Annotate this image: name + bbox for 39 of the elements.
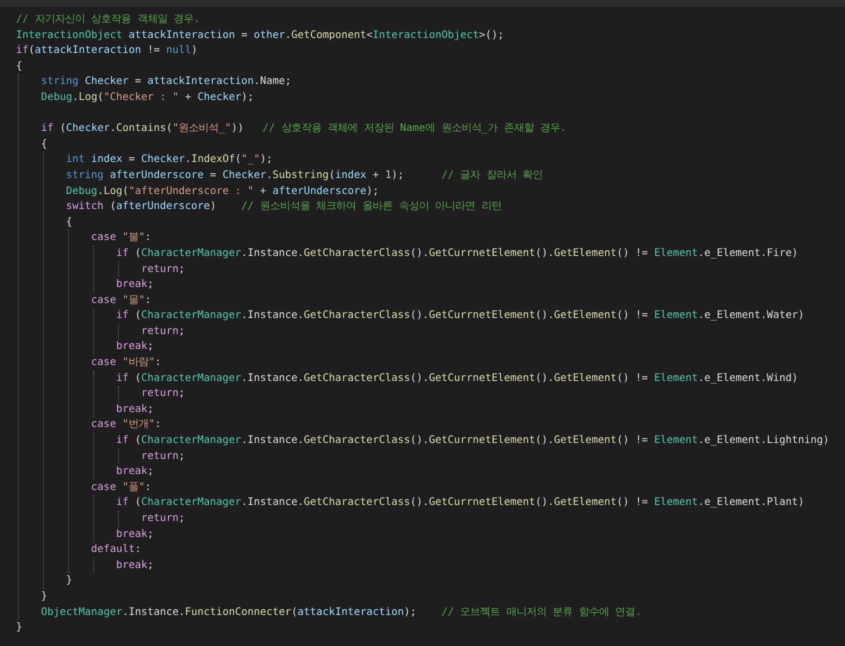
code-line: switch (afterUnderscore) // 원소비석을 체크하여 올바른 속성이 아니라면 리턴 <box>66 199 502 214</box>
code-line: { <box>16 58 22 74</box>
code-line: // 자기자신이 상호작용 객체일 경우. <box>16 12 200 27</box>
code-line: default: <box>91 542 142 558</box>
code-line: break; <box>116 277 154 292</box>
code-line: string afterUnderscore = Checker.Substring(index + 1); // 글자 잘라서 확인 <box>66 168 543 183</box>
code-line: break; <box>116 558 154 573</box>
code-line: if(attackInteraction != null) <box>16 43 198 58</box>
code-line: case "물": <box>91 292 152 308</box>
code-line: ObjectManager.Instance.FunctionConnecter(attackInteraction); // 오브젝트 매니저의 분류 함수에 연결. <box>41 604 642 620</box>
code-line: Debug.Log("Checker : " + Checker); <box>41 90 254 105</box>
code-line: if (CharacterManager.Instance.GetCharacterClass().GetCurrnetElement().GetElement() != Element.e_Element.Water) <box>116 308 804 324</box>
code-line: return; <box>141 511 185 526</box>
code-line: return; <box>141 386 185 402</box>
code-line: if (CharacterManager.Instance.GetCharacterClass().GetCurrnetElement().GetElement() != Element.e_Element.Wind) <box>116 370 798 386</box>
code-line: return; <box>141 448 185 464</box>
code-line: case "번개": <box>91 417 162 432</box>
code-line: if (CharacterManager.Instance.GetCharacterClass().GetCurrnetElement().GetElement() != Element.e_Element.Plant) <box>116 495 804 510</box>
code-line: { <box>41 136 48 152</box>
code-line: if (CharacterManager.Instance.GetCharacterClass().GetCurrnetElement().GetElement() != Element.e_Element.Lightning) <box>116 433 830 448</box>
code-line: break; <box>116 526 154 542</box>
code-line: string Checker = attackInteraction.Name; <box>41 74 292 90</box>
code-line: case "바람": <box>91 355 162 370</box>
code-line: Debug.Log("afterUnderscore : " + afterUnderscore); <box>66 184 379 199</box>
code-line: } <box>66 573 72 588</box>
code-line: break; <box>116 402 154 417</box>
code-line: } <box>41 588 48 604</box>
code-line: break; <box>116 464 154 480</box>
code-line: if (Checker.Contains("원소비석_")) // 상호작용 객체에 저장된 Name에 원소비석_가 존재할 경우. <box>41 121 566 136</box>
code-line: { <box>66 214 72 230</box>
code-line: return; <box>141 262 185 276</box>
code-line: break; <box>116 339 154 354</box>
code-line: case "풀": <box>91 480 152 495</box>
code-line: case "불": <box>91 230 152 246</box>
code-line: if (CharacterManager.Instance.GetCharacterClass().GetCurrnetElement().GetElement() != Element.e_Element.Fire) <box>116 246 798 261</box>
code-line: InteractionObject attackInteraction = other.GetComponent<InteractionObject>(); <box>16 28 504 43</box>
code-line: int index = Checker.IndexOf("_"); <box>66 152 273 168</box>
code-line: } <box>16 620 22 636</box>
code-line: return; <box>141 324 185 339</box>
